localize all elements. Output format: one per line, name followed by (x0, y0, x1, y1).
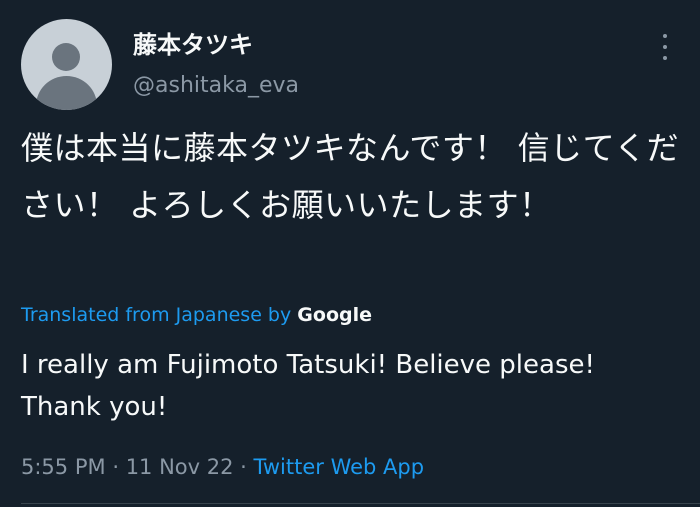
divider (21, 503, 700, 504)
translation-text: I really am Fujimoto Tatsuki! Believe pl… (21, 350, 595, 422)
tweet-date[interactable]: 11 Nov 22 (126, 455, 234, 479)
source-app-link[interactable]: Twitter Web App (254, 455, 425, 479)
tweet-meta: 5:55 PM · 11 Nov 22 · Twitter Web App (21, 452, 424, 482)
avatar-body (36, 76, 97, 110)
more-options-icon[interactable] (655, 34, 675, 60)
user-handle[interactable]: @ashitaka_eva (133, 72, 299, 100)
tweet-text: 僕は本当に藤本タツキなんです！ 信じてください！ よろしくお願いいたします！ (21, 129, 680, 224)
tweet-time[interactable]: 5:55 PM (21, 455, 106, 479)
translated-from-label[interactable]: Translated from Japanese by (21, 304, 291, 326)
avatar[interactable] (21, 19, 112, 110)
display-name[interactable]: 藤本タツキ (133, 30, 253, 60)
meta-separator: · (112, 455, 119, 479)
avatar-head (52, 43, 80, 71)
google-logo: Google (297, 304, 372, 326)
translation-attribution: Translated from Japanese by Google (21, 302, 372, 328)
meta-separator: · (240, 455, 247, 479)
